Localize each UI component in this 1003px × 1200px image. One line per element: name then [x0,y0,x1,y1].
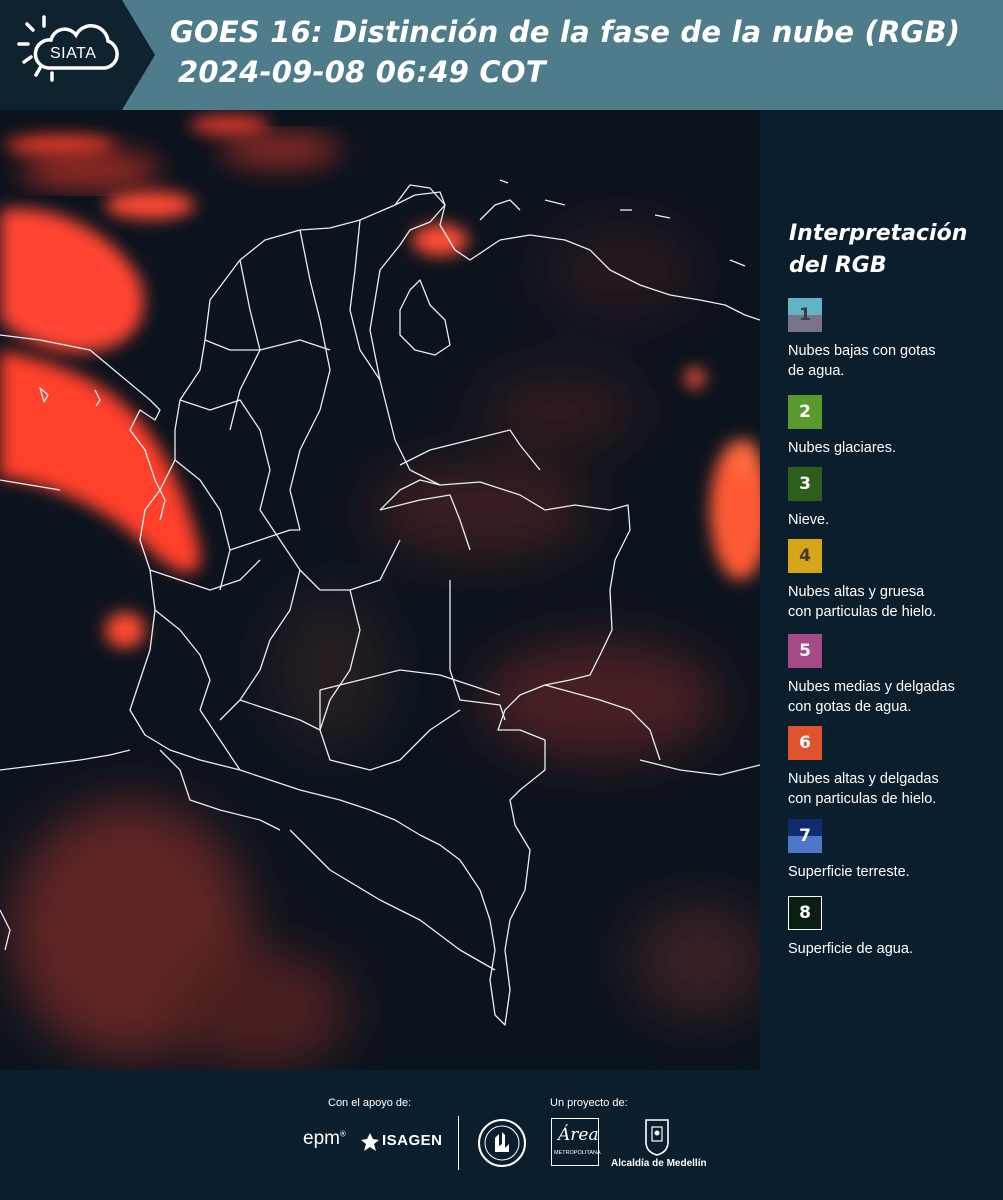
legend-label-7: Superficie terreste. [788,864,910,880]
project-label: Un proyecto de: [550,1097,628,1109]
legend-label-5: Nubes medias y delgadas con gotas de agu… [788,679,955,715]
epm-logo: epm® [303,1128,346,1149]
satellite-map-image [0,110,760,1070]
legend-item-4: 4 Nubes altas y gruesa con particulas de… [788,539,998,622]
legend-swatch-7: 7 [788,819,822,853]
legend-title-line2: del RGB [789,253,887,278]
legend-title-line1: Interpretación [789,221,968,246]
footer: Con el apoyo de: Un proyecto de: epm® IS… [0,1070,1003,1200]
epm-logo-text: epm [303,1128,340,1149]
siata-logo-text: SIATA [50,45,97,62]
area-metropolitana-logo: Área METROPOLITANA [551,1118,601,1166]
legend-item-3: 3 Nieve. [788,467,998,530]
legend-number-6: 6 [799,733,811,753]
legend-number-5: 5 [799,641,811,661]
legend-number-8: 8 [799,903,811,923]
legend-number-7: 7 [799,826,811,846]
legend-item-6: 6 Nubes altas y delgadas con particulas … [788,726,998,809]
header-banner: SIATA GOES 16: Distinción de la fase de … [0,0,1003,110]
legend-number-3: 3 [799,474,811,494]
legend-item-8: 8 Superficie de agua. [788,896,998,959]
legend-swatch-2: 2 [788,395,822,429]
legend-swatch-1: 1 [788,298,822,332]
legend-number-1: 1 [799,305,811,325]
alcaldia-text: Alcaldía de Medellín [611,1158,707,1169]
rgb-legend: Interpretación del RGB 1 Nubes bajas con… [760,110,1003,1070]
legend-label-2: Nubes glaciares. [788,440,896,456]
medellin-seal-icon [478,1119,526,1167]
legend-item-7: 7 Superficie terreste. [788,819,998,882]
legend-number-4: 4 [799,546,811,566]
isagen-logo: ISAGEN [382,1132,443,1149]
legend-item-2: 2 Nubes glaciares. [788,395,998,458]
area-logo-sub: METROPOLITANA [554,1150,601,1156]
support-label: Con el apoyo de: [328,1097,412,1109]
legend-swatch-5: 5 [788,634,822,668]
satellite-map [0,110,760,1070]
legend-label-6: Nubes altas y delgadas con particulas de… [788,771,939,807]
legend-swatch-8: 8 [788,896,822,930]
legend-title: Interpretación del RGB [789,218,989,282]
legend-label-3: Nieve. [788,512,830,528]
legend-label-1: Nubes bajas con gotas de agua. [788,343,936,379]
siata-logo-band: SIATA [0,0,155,110]
legend-item-1: 1 Nubes bajas con gotas de agua. [788,298,998,381]
legend-swatch-4: 4 [788,539,822,573]
timestamp-title: 2024-09-08 06:49 COT [178,55,546,89]
legend-item-5: 5 Nubes medias y delgadas con gotas de a… [788,634,998,717]
legend-label-8: Superficie de agua. [788,941,913,957]
footer-divider [458,1116,459,1170]
legend-number-2: 2 [799,402,811,422]
page-title: GOES 16: Distinción de la fase de la nub… [170,15,961,49]
area-logo-text: Área [558,1125,599,1145]
legend-swatch-3: 3 [788,467,822,501]
alcaldia-shield-icon [645,1119,669,1156]
legend-swatch-6: 6 [788,726,822,760]
isagen-logo-icon [361,1133,379,1151]
legend-label-4: Nubes altas y gruesa con particulas de h… [788,584,937,620]
